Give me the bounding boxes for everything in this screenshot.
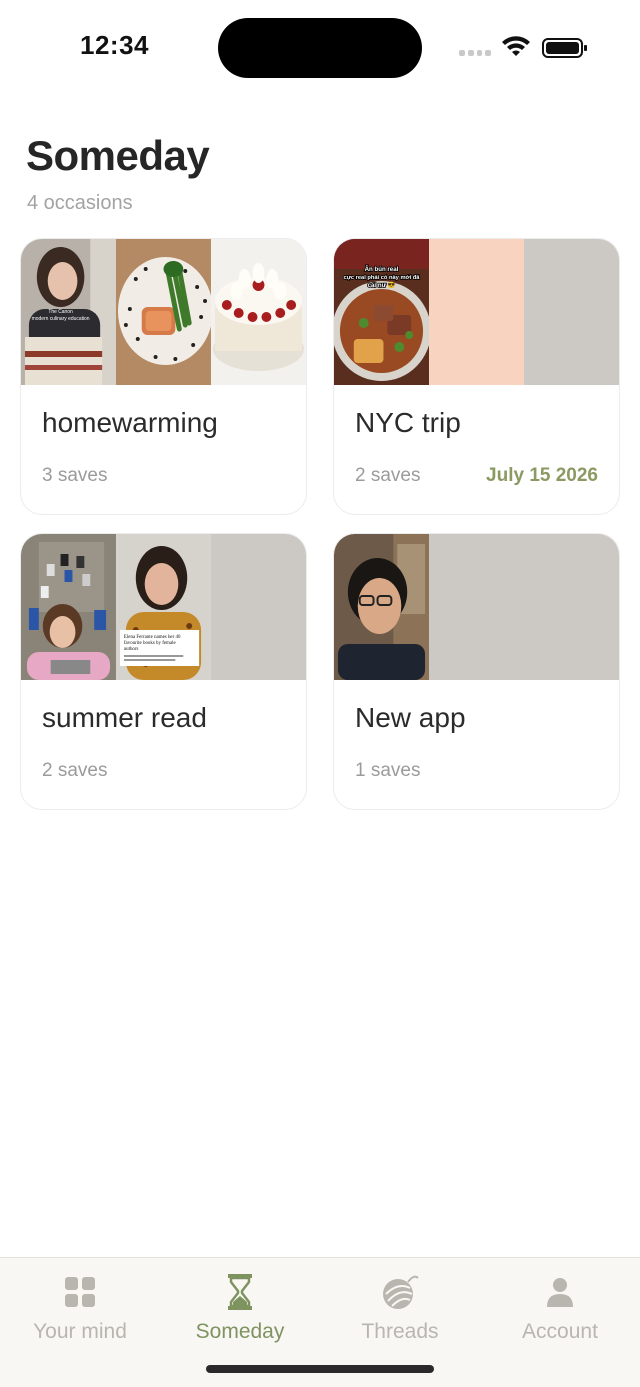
thumbnail-strawberry-cake [210, 239, 306, 385]
tab-label: Threads [361, 1320, 439, 1343]
grid-icon [65, 1277, 95, 1307]
bun-caption-line3: cái nư 😎 [368, 281, 396, 289]
occasion-date: July 15 2026 [486, 465, 598, 486]
occasion-title: NYC trip [355, 407, 461, 438]
tab-label: Your mind [33, 1320, 127, 1343]
thumbnail-placeholder-peach [428, 239, 524, 385]
thumbnail-strip: Ăn bún real cực real phải có này mới đã … [334, 239, 619, 385]
page-title: Someday [26, 132, 210, 179]
thumbnail-portrait-photo [334, 534, 429, 680]
thumbnail-strip: The Canon modern culinary education [21, 239, 306, 385]
tab-label: Someday [195, 1320, 285, 1343]
dynamic-island [218, 18, 422, 78]
thumbnail-book-wall-video [21, 534, 116, 680]
ferrante-headline-line1: Elena Ferrante names her 40 [124, 635, 181, 640]
hourglass-icon [228, 1274, 252, 1310]
canon-caption-line2: modern culinary education [32, 316, 90, 322]
occasions-grid: The Canon modern culinary education home… [20, 238, 620, 810]
tab-threads[interactable]: Threads [320, 1272, 480, 1344]
wifi-icon [502, 36, 530, 56]
status-bar: 12:34 [0, 0, 640, 96]
tab-label: Account [522, 1320, 598, 1343]
tab-your-mind[interactable]: Your mind [0, 1272, 160, 1344]
occasion-card-new-app[interactable]: New app 1 saves [333, 533, 620, 810]
tab-account[interactable]: Account [480, 1272, 640, 1344]
status-time: 12:34 [80, 30, 149, 60]
ferrante-headline-line2: favourite books by female [124, 641, 177, 646]
cellular-signal-icon [459, 50, 491, 56]
home-indicator [206, 1365, 434, 1373]
occasion-title: homewarming [42, 407, 218, 438]
thumbnail-ferrante-article: Elena Ferrante names her 40 favourite bo… [115, 534, 211, 680]
thumbnail-placeholder [210, 534, 306, 680]
thumbnail-placeholder [523, 534, 619, 680]
thumbnail-noodle-soup: Ăn bún real cực real phải có này mới đã … [334, 239, 429, 385]
bun-caption-line2: cực real phải có này mới đã [344, 275, 421, 281]
person-icon [547, 1278, 573, 1307]
occasion-card-homewarming[interactable]: The Canon modern culinary education home… [20, 238, 307, 515]
thumbnail-canon-video: The Canon modern culinary education [21, 239, 116, 385]
occasion-card-nyc-trip[interactable]: Ăn bún real cực real phải có này mới đã … [333, 238, 620, 515]
canon-caption-line1: The Canon [48, 309, 73, 315]
bun-caption-line1: Ăn bún real [365, 266, 399, 273]
occasion-saves: 2 saves [42, 760, 108, 781]
thumbnail-placeholder [523, 239, 619, 385]
thumbnail-strip: Elena Ferrante names her 40 favourite bo… [21, 534, 306, 680]
thumbnail-placeholder [428, 534, 524, 680]
occasions-count: 4 occasions [27, 192, 133, 214]
battery-icon [542, 38, 587, 58]
occasion-saves: 3 saves [42, 465, 108, 486]
occasion-title: summer read [42, 702, 207, 733]
thumbnail-strip [334, 534, 619, 680]
ferrante-headline-line3: authors [124, 647, 139, 652]
threads-yarn-icon [383, 1275, 419, 1309]
occasion-card-summer-read[interactable]: Elena Ferrante names her 40 favourite bo… [20, 533, 307, 810]
occasion-title: New app [355, 702, 466, 733]
thumbnail-salmon-plate [115, 239, 211, 385]
occasion-saves: 2 saves [355, 465, 421, 486]
tab-someday[interactable]: Someday [160, 1272, 320, 1344]
occasion-saves: 1 saves [355, 760, 421, 781]
